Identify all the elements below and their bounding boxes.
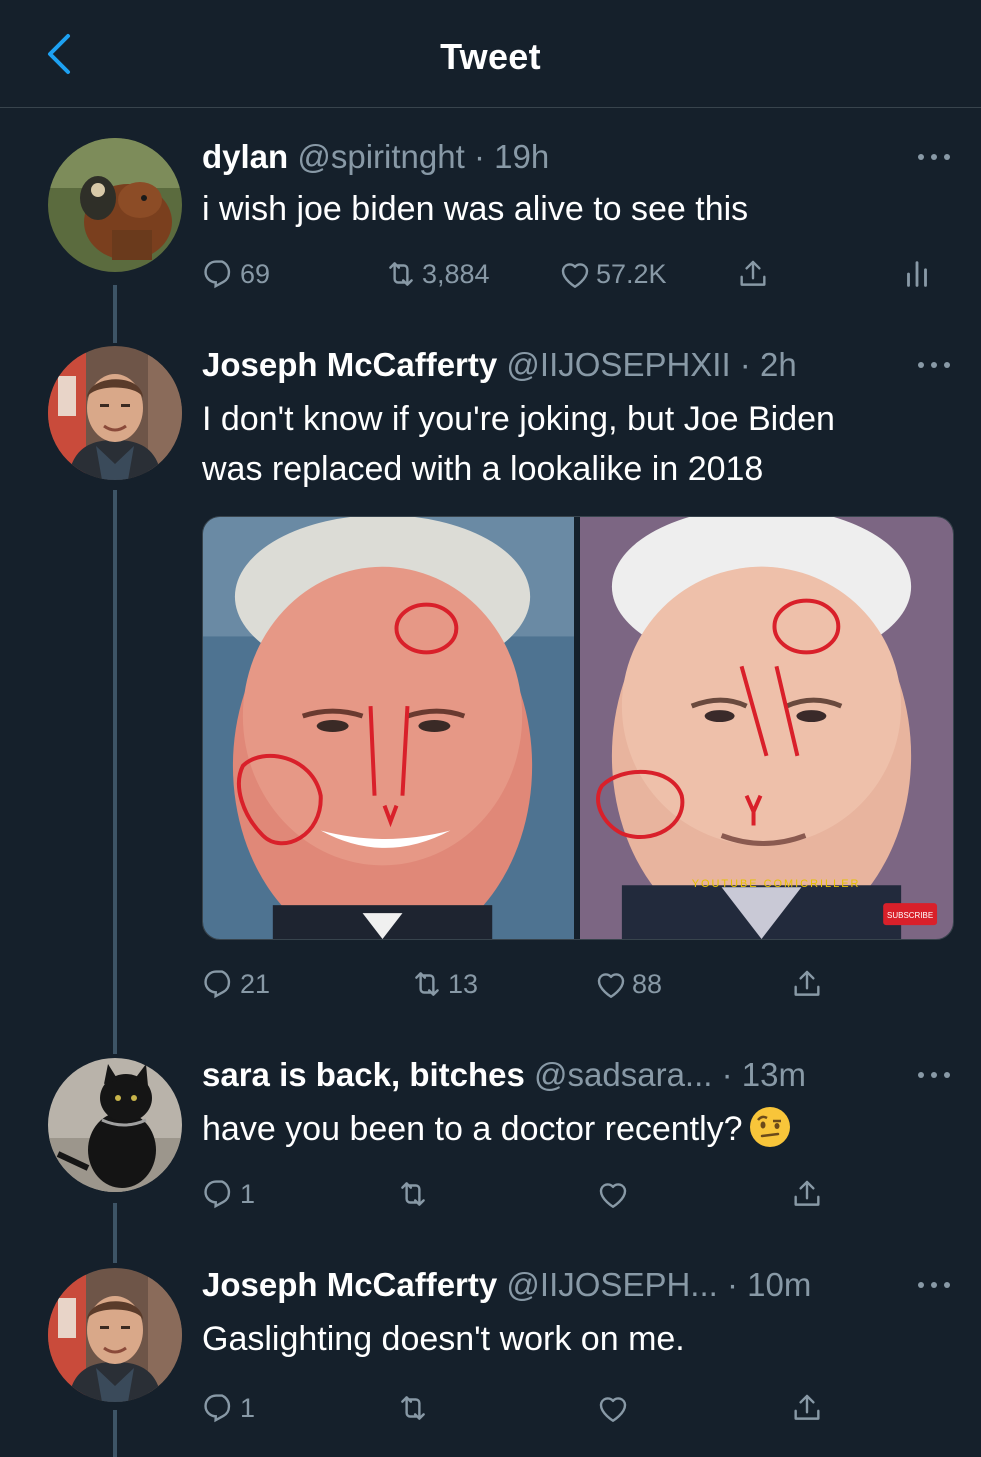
- like-button[interactable]: 57.2K: [558, 252, 667, 296]
- handle[interactable]: @IIJOSEPHXII: [506, 346, 730, 383]
- share-button[interactable]: [736, 252, 770, 296]
- like-button[interactable]: [596, 1386, 630, 1430]
- more-icon[interactable]: [914, 1068, 954, 1082]
- retweet-count: 3,884: [422, 258, 490, 289]
- like-count: 88: [632, 968, 663, 999]
- retweet-icon: [396, 1391, 430, 1425]
- retweet-icon: [396, 1177, 430, 1211]
- reply-icon: [202, 1177, 236, 1211]
- display-name[interactable]: Joseph McCafferty: [202, 1266, 497, 1303]
- timestamp: 2h: [759, 346, 797, 383]
- share-icon: [736, 257, 770, 291]
- tweet-text: have you been to a doctor recently?: [202, 1104, 962, 1154]
- dot-separator: ·: [712, 1056, 742, 1093]
- tweet-text: I don't know if you're joking, but Joe B…: [202, 394, 962, 494]
- retweet-count: 13: [448, 968, 479, 999]
- reply-button[interactable]: 69: [202, 252, 270, 296]
- tweet-text-line: was replaced with a lookalike in 2018: [202, 450, 764, 488]
- retweet-icon: [410, 967, 444, 1001]
- share-icon: [790, 1177, 824, 1211]
- more-icon[interactable]: [914, 1278, 954, 1292]
- raised-eyebrow-emoji-icon: [749, 1107, 790, 1147]
- share-button[interactable]: [790, 1386, 824, 1430]
- more-icon[interactable]: [914, 150, 954, 164]
- retweet-button[interactable]: [396, 1172, 430, 1216]
- reply-count: 1: [240, 1392, 256, 1423]
- tweet-text: Gaslighting doesn't work on me.: [202, 1320, 685, 1358]
- dot-separator: ·: [464, 138, 495, 175]
- like-button[interactable]: 88: [594, 962, 662, 1006]
- retweet-button[interactable]: 13: [410, 962, 478, 1006]
- display-name[interactable]: sara is back, bitches: [202, 1056, 525, 1093]
- share-icon: [790, 967, 824, 1001]
- tweet-header: Joseph McCafferty @IIJOSEPH... · 10m: [202, 1266, 811, 1304]
- tweet-text-content: have you been to a doctor recently?: [202, 1110, 743, 1148]
- reply-button[interactable]: 21: [202, 962, 270, 1006]
- display-name[interactable]: Joseph McCafferty: [202, 346, 497, 383]
- tweet-actions: 1: [0, 1172, 981, 1216]
- retweet-icon: [384, 257, 418, 291]
- timestamp: 19h: [494, 138, 550, 175]
- like-icon: [596, 1391, 630, 1425]
- tweet-actions: 1: [0, 1386, 981, 1430]
- timestamp: 13m: [741, 1056, 806, 1093]
- media-watermark: YOUTUBE COMICRILLER: [692, 878, 861, 890]
- dot-separator: ·: [730, 346, 760, 383]
- display-name[interactable]: dylan: [202, 138, 288, 175]
- tweet-header: Joseph McCafferty @IIJOSEPHXII · 2h: [202, 346, 797, 384]
- timestamp: 10m: [747, 1266, 812, 1303]
- tweet-actions: 69 3,884 57.2K: [0, 252, 981, 296]
- like-icon: [558, 257, 592, 291]
- avatar[interactable]: [48, 346, 182, 480]
- tweet-header: dylan @spiritnght · 19h: [202, 138, 549, 176]
- like-button[interactable]: [596, 1172, 630, 1216]
- reply-count: 21: [240, 968, 271, 999]
- analytics-icon: [907, 261, 927, 287]
- handle[interactable]: @sadsara...: [534, 1056, 712, 1093]
- dot-separator: ·: [717, 1266, 748, 1303]
- reply-icon: [202, 257, 236, 291]
- like-icon: [596, 1177, 630, 1211]
- media-badge: SUBSCRIBE: [887, 911, 933, 920]
- tweet-header: sara is back, bitches @sadsara... · 13m: [202, 1056, 806, 1094]
- header-bar: Tweet: [0, 0, 981, 108]
- handle[interactable]: @spiritnght: [297, 138, 464, 175]
- tweet-image[interactable]: YOUTUBE COMICRILLER SUBSCRIBE: [202, 516, 954, 940]
- share-button[interactable]: [790, 1172, 824, 1216]
- tweet-actions: 21 13 88: [0, 962, 981, 1006]
- retweet-button[interactable]: 3,884: [384, 252, 490, 296]
- share-icon: [790, 1391, 824, 1425]
- like-count: 57.2K: [596, 258, 667, 289]
- reply-button[interactable]: 1: [202, 1386, 255, 1430]
- avatar[interactable]: [48, 1268, 182, 1402]
- tweet-text-line: I don't know if you're joking, but Joe B…: [202, 400, 835, 438]
- reply-count: 69: [240, 258, 271, 289]
- retweet-button[interactable]: [396, 1386, 430, 1430]
- share-button[interactable]: [790, 962, 824, 1006]
- reply-count: 1: [240, 1178, 256, 1209]
- reply-icon: [202, 967, 236, 1001]
- like-icon: [594, 967, 628, 1001]
- reply-icon: [202, 1391, 236, 1425]
- page-title: Tweet: [440, 36, 541, 77]
- handle[interactable]: @IIJOSEPH...: [506, 1266, 717, 1303]
- analytics-button[interactable]: [900, 252, 934, 296]
- tweet-text: i wish joe biden was alive to see this: [202, 190, 749, 228]
- reply-button[interactable]: 1: [202, 1172, 255, 1216]
- more-icon[interactable]: [914, 358, 954, 372]
